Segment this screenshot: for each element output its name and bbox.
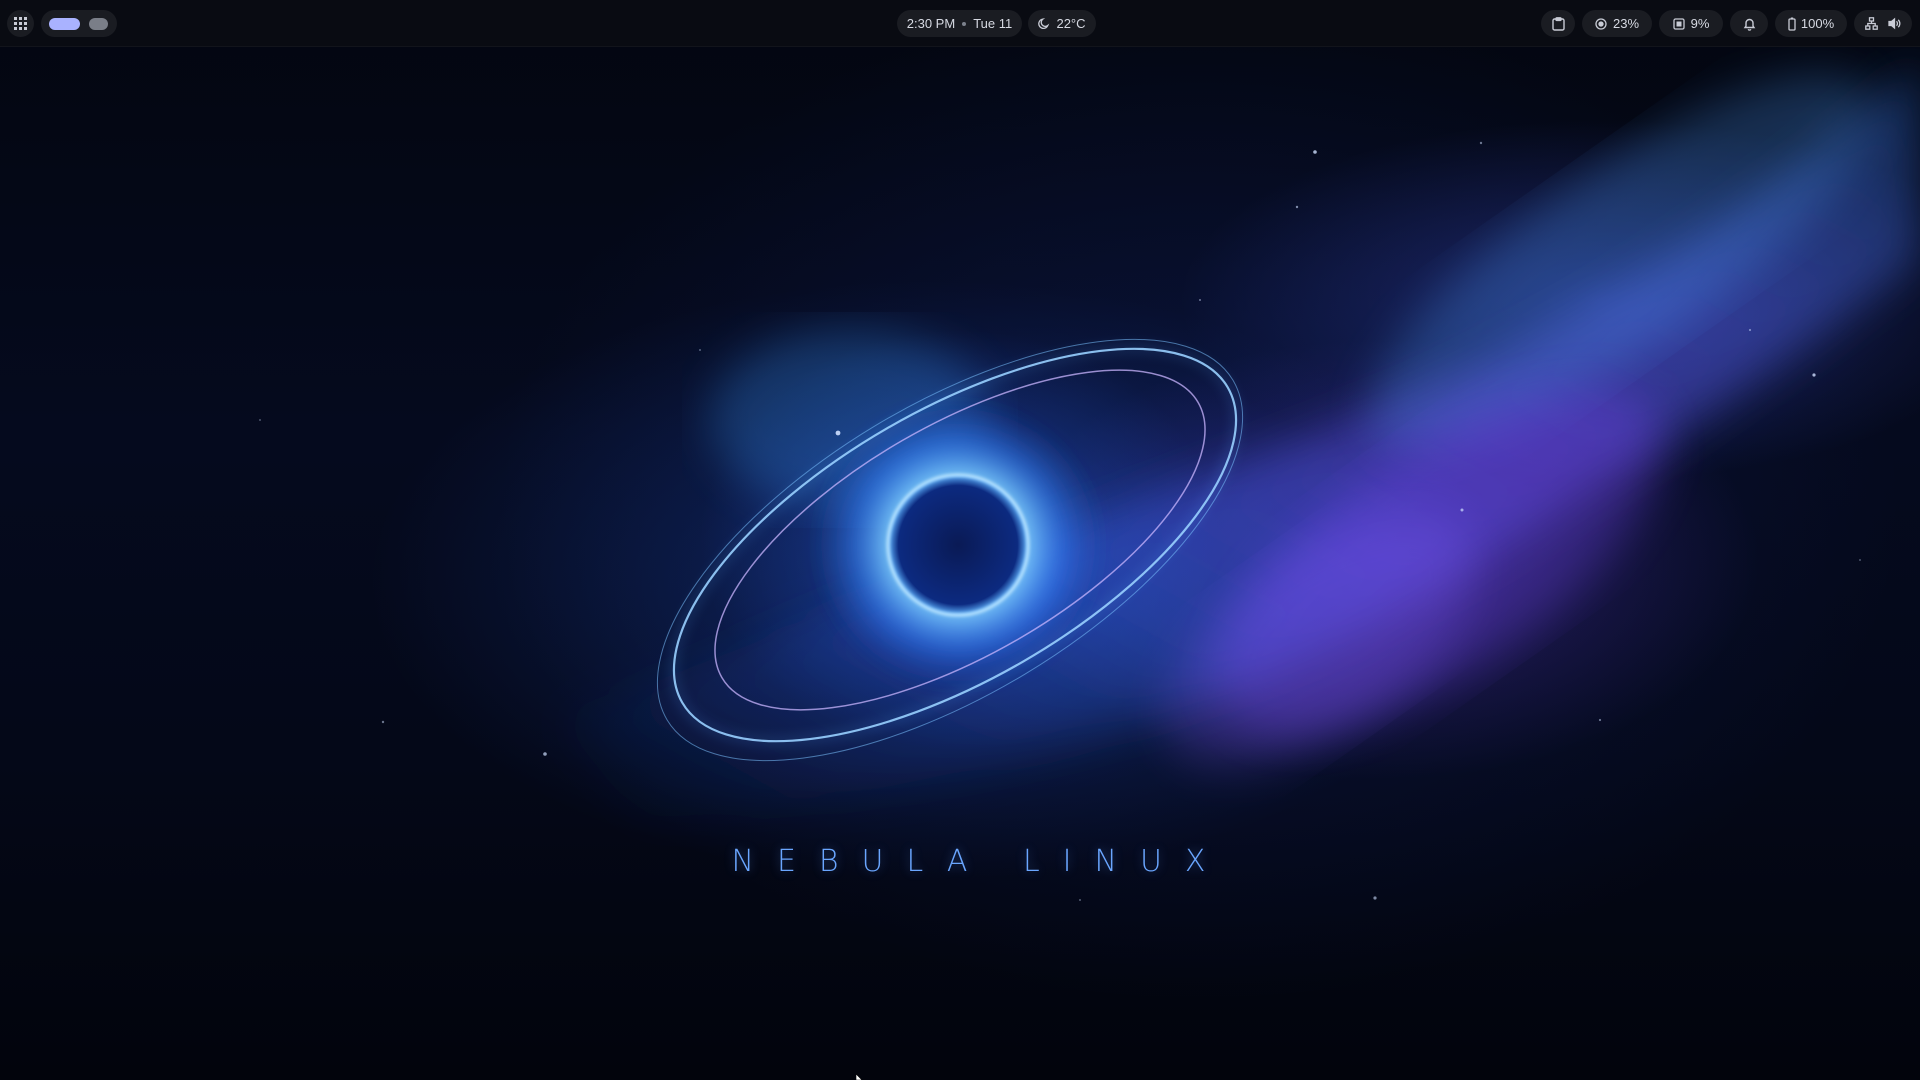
clock-separator — [962, 21, 967, 26]
memory-icon — [1672, 17, 1685, 30]
clock-date: Tue 11 — [973, 16, 1013, 31]
clock-time: 2:30 PM — [906, 16, 956, 31]
cpu-usage-value: 23% — [1612, 16, 1640, 31]
cpu-usage-widget[interactable]: 23% — [1582, 10, 1652, 37]
notifications-button[interactable] — [1730, 10, 1768, 37]
network-icon[interactable] — [1865, 17, 1878, 30]
top-panel: 2:30 PM Tue 11 22°C 23% 9% 100% — [0, 0, 1920, 47]
weather-widget[interactable]: 22°C — [1028, 10, 1096, 37]
volume-icon[interactable] — [1888, 17, 1901, 30]
memory-usage-widget[interactable]: 9% — [1659, 10, 1723, 37]
mouse-pointer — [856, 1074, 863, 1080]
workspace-indicator-2[interactable] — [89, 17, 108, 30]
battery-level: 100% — [1800, 16, 1835, 31]
clipboard-button[interactable] — [1541, 10, 1575, 37]
system-controls[interactable] — [1854, 10, 1912, 37]
grid-icon — [14, 17, 27, 30]
weather-temperature: 22°C — [1056, 16, 1086, 31]
memory-usage-value: 9% — [1690, 16, 1710, 31]
wallpaper-brand-text: NEBULA LINUX — [731, 844, 1229, 879]
battery-icon — [1788, 17, 1796, 31]
moon-icon — [1038, 17, 1051, 30]
wallpaper-nebula — [259, 60, 1920, 901]
clock-widget[interactable]: 2:30 PM Tue 11 — [897, 10, 1022, 37]
cpu-icon — [1595, 17, 1607, 30]
clipboard-icon — [1551, 16, 1565, 31]
battery-widget[interactable]: 100% — [1775, 10, 1847, 37]
workspace-indicator-1[interactable] — [49, 17, 80, 30]
desktop[interactable]: NEBULA LINUX 2:30 PM Tue 11 22°C 23% 9% … — [0, 0, 1920, 1080]
workspace-switcher — [41, 10, 117, 37]
bell-icon — [1743, 17, 1756, 31]
app-launcher-button[interactable] — [7, 10, 34, 37]
